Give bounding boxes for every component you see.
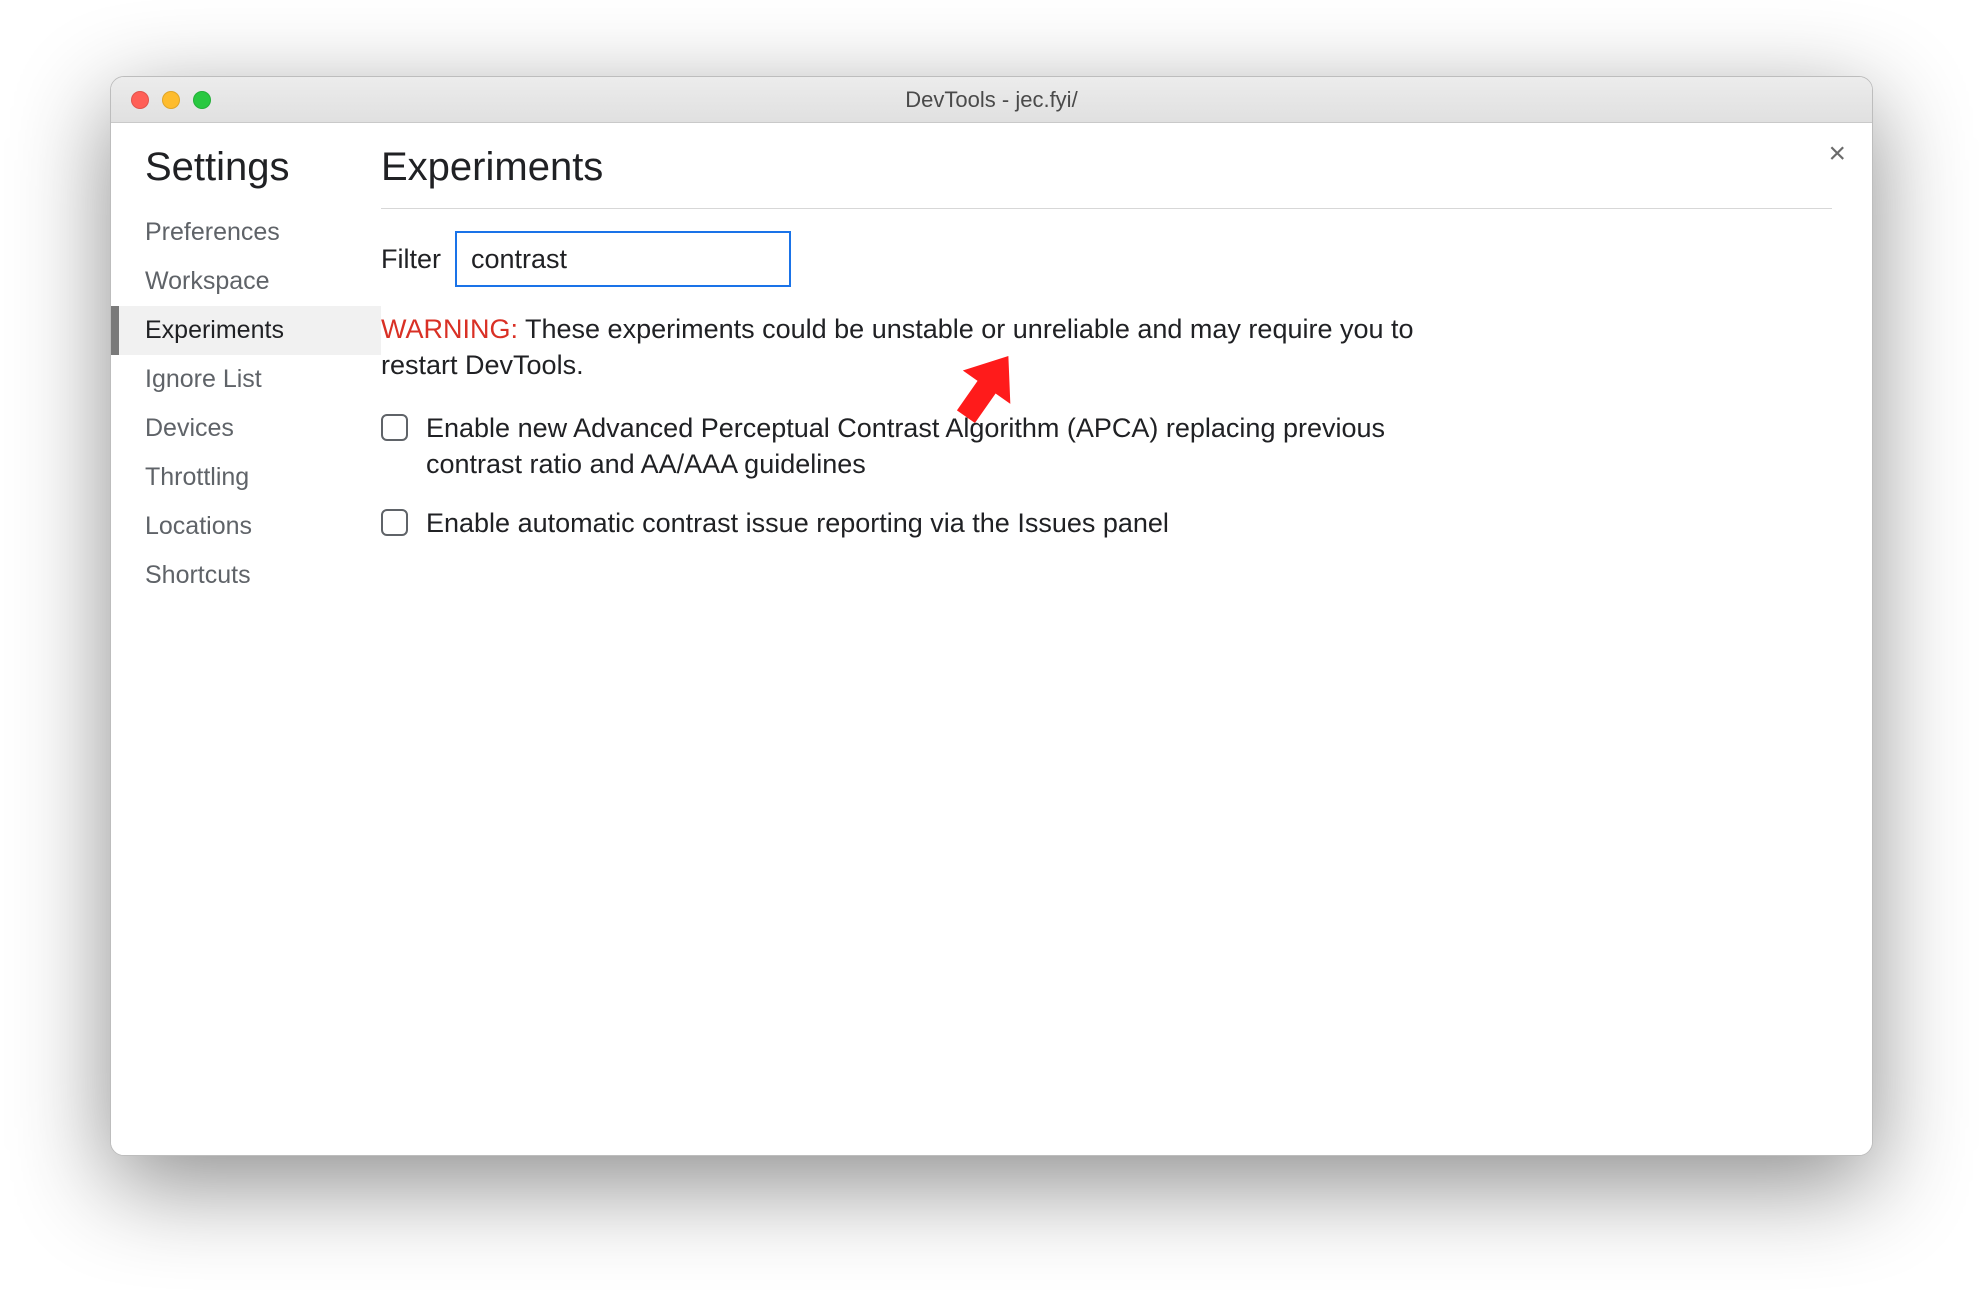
- sidebar-item-shortcuts[interactable]: Shortcuts: [111, 551, 381, 600]
- checkbox[interactable]: [381, 509, 408, 536]
- filter-label: Filter: [381, 244, 441, 275]
- sidebar-item-ignore-list[interactable]: Ignore List: [111, 355, 381, 404]
- warning-prefix: WARNING:: [381, 314, 518, 344]
- sidebar-item-label: Preferences: [145, 218, 280, 246]
- warning-text: These experiments could be unstable or u…: [381, 314, 1414, 380]
- titlebar[interactable]: DevTools - jec.fyi/: [111, 77, 1872, 123]
- minimize-window-icon[interactable]: [162, 91, 180, 109]
- window-title: DevTools - jec.fyi/: [111, 87, 1872, 113]
- traffic-lights: [111, 91, 211, 109]
- settings-sidebar: Settings Preferences Workspace Experimen…: [111, 123, 381, 1155]
- experiment-option: Enable new Advanced Perceptual Contrast …: [381, 410, 1461, 483]
- close-icon[interactable]: ×: [1828, 139, 1846, 169]
- sidebar-item-locations[interactable]: Locations: [111, 502, 381, 551]
- experiment-option: Enable automatic contrast issue reportin…: [381, 505, 1461, 541]
- experiment-label: Enable new Advanced Perceptual Contrast …: [426, 410, 1461, 483]
- settings-main: Experiments Filter WARNING: These experi…: [381, 123, 1872, 1155]
- sidebar-item-label: Experiments: [145, 316, 284, 344]
- sidebar-item-label: Ignore List: [145, 365, 262, 393]
- sidebar-item-preferences[interactable]: Preferences: [111, 208, 381, 257]
- zoom-window-icon[interactable]: [193, 91, 211, 109]
- devtools-window: DevTools - jec.fyi/ × Settings Preferenc…: [110, 76, 1873, 1156]
- divider: [381, 208, 1832, 209]
- experiments-warning: WARNING: These experiments could be unst…: [381, 311, 1461, 384]
- filter-row: Filter: [381, 231, 1832, 287]
- sidebar-item-workspace[interactable]: Workspace: [111, 257, 381, 306]
- sidebar-item-label: Workspace: [145, 267, 270, 295]
- sidebar-item-label: Devices: [145, 414, 234, 442]
- close-window-icon[interactable]: [131, 91, 149, 109]
- filter-input[interactable]: [455, 231, 791, 287]
- sidebar-item-devices[interactable]: Devices: [111, 404, 381, 453]
- sidebar-item-label: Locations: [145, 512, 252, 540]
- page-title: Experiments: [381, 145, 1832, 208]
- sidebar-heading: Settings: [111, 145, 381, 208]
- sidebar-item-label: Shortcuts: [145, 561, 251, 589]
- sidebar-item-label: Throttling: [145, 463, 249, 491]
- sidebar-item-experiments[interactable]: Experiments: [111, 306, 381, 355]
- checkbox[interactable]: [381, 414, 408, 441]
- experiment-label: Enable automatic contrast issue reportin…: [426, 505, 1169, 541]
- sidebar-item-throttling[interactable]: Throttling: [111, 453, 381, 502]
